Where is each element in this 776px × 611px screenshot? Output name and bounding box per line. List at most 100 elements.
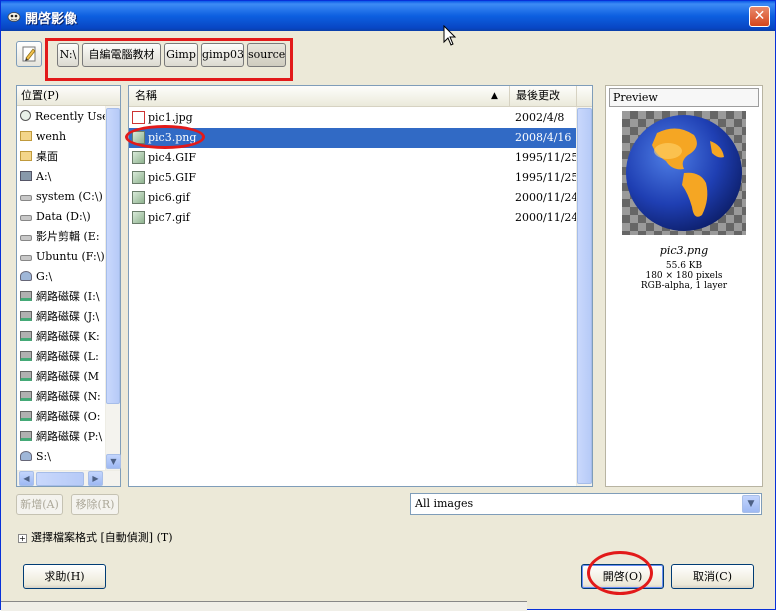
files-scroll-thumb[interactable] <box>577 108 592 484</box>
clock-icon <box>20 110 31 121</box>
preview-file-name: pic3.png <box>659 244 709 257</box>
places-scroll-right-button[interactable]: ▶ <box>88 471 103 486</box>
filter-value: All images <box>415 497 474 510</box>
places-item-label: Recently Used <box>35 110 106 123</box>
places-item-label: 網路磁碟 (I:\ <box>36 290 100 303</box>
crumb-folder-materials[interactable]: 自編電腦教材 <box>82 43 161 67</box>
file-row[interactable]: pic7.gif 2000/11/24 <box>129 208 579 228</box>
places-item[interactable]: 網路磁碟 (J:\ <box>20 307 106 327</box>
file-row[interactable]: pic1.jpg 2002/4/8 <box>129 108 576 128</box>
places-item[interactable]: G:\ <box>20 267 106 287</box>
image-file-icon <box>132 151 145 164</box>
remove-bookmark-button[interactable]: 移除(R) <box>71 494 119 515</box>
places-item[interactable]: 網路磁碟 (N: <box>20 387 106 407</box>
places-vertical-scrollbar[interactable]: ▼ <box>105 106 121 470</box>
places-item[interactable]: 網路磁碟 (I:\ <box>20 287 106 307</box>
places-item[interactable]: Recently Used <box>20 107 106 127</box>
open-image-dialog: 開啓影像 ✕ N:\ 自編電腦教材 Gimp gimp03 source 位置(… <box>0 0 776 611</box>
globe-thumbnail-icon <box>626 115 742 231</box>
places-item[interactable]: 桌面 <box>20 147 106 167</box>
preview-panel: Preview pic3.png 55.6 KB 180 × 180 pixel <box>605 85 763 487</box>
places-item-label: G:\ <box>36 270 53 283</box>
places-item-label: 網路磁碟 (K: <box>36 330 100 343</box>
image-file-icon <box>132 211 145 224</box>
network-drive-icon <box>20 351 32 361</box>
places-header[interactable]: 位置(P) <box>17 86 120 106</box>
file-modified-date: 2000/11/24 <box>515 211 579 224</box>
places-item-label: 影片剪輯 (E: <box>36 230 100 243</box>
file-name: pic4.GIF <box>148 151 196 164</box>
selected-file-annotation <box>125 125 205 149</box>
crumb-folder-gimp[interactable]: Gimp <box>164 43 198 67</box>
file-row[interactable]: pic6.gif 2000/11/24 <box>129 188 578 208</box>
cancel-button[interactable]: 取消(C) <box>671 564 754 589</box>
drive-icon <box>20 195 32 201</box>
image-file-icon <box>132 171 145 184</box>
places-item[interactable]: wenh <box>20 127 106 147</box>
places-item[interactable]: 影片剪輯 (E: <box>20 227 106 247</box>
places-scroll-left-button[interactable]: ◀ <box>19 471 34 486</box>
places-scroll-down-button[interactable]: ▼ <box>106 454 121 469</box>
places-item-label: S:\ <box>36 450 51 463</box>
places-item-label: wenh <box>36 130 67 143</box>
places-item-label: 網路磁碟 (L: <box>36 350 99 363</box>
file-type-expander[interactable]: + 選擇檔案格式 [自動偵測] (T) <box>18 531 173 545</box>
file-filter-select[interactable]: All images ▼ <box>410 493 762 515</box>
close-button[interactable]: ✕ <box>749 6 770 27</box>
preview-dimensions: 180 × 180 pixels <box>645 271 723 281</box>
image-file-icon <box>132 191 145 204</box>
places-item[interactable]: S:\ <box>20 447 106 467</box>
places-item-label: system (C:\) <box>36 190 103 203</box>
places-item[interactable]: 網路磁碟 (K: <box>20 327 106 347</box>
places-item[interactable]: 網路磁碟 (L: <box>20 347 106 367</box>
floppy-icon <box>20 171 32 181</box>
help-button[interactable]: 求助(H) <box>23 564 106 589</box>
title-bar[interactable]: 開啓影像 ✕ <box>1 1 775 31</box>
type-location-button[interactable] <box>16 41 42 67</box>
places-item-label: 桌面 <box>36 150 58 163</box>
places-item[interactable]: 網路磁碟 (M <box>20 367 106 387</box>
network-drive-icon <box>20 371 32 381</box>
crumb-drive[interactable]: N:\ <box>57 43 79 67</box>
places-item[interactable]: system (C:\) <box>20 187 106 207</box>
add-bookmark-button[interactable]: 新增(A) <box>16 494 63 515</box>
network-drive-icon <box>20 311 32 321</box>
places-panel: 位置(P) Recently Used wenh 桌面 A:\ system (C:\)… <box>16 85 121 487</box>
places-item-label: 網路磁碟 (O: <box>36 410 101 423</box>
network-drive-icon <box>20 411 32 421</box>
places-scroll-thumb[interactable] <box>106 108 120 404</box>
user-drive-icon <box>20 271 32 281</box>
places-item[interactable]: 網路磁碟 (P:\ <box>20 427 106 447</box>
places-item-label: 網路磁碟 (J:\ <box>36 310 100 323</box>
modified-column-header[interactable]: 最後更改 <box>509 86 576 107</box>
files-vertical-scrollbar[interactable] <box>576 107 592 486</box>
places-item-label: Data (D:\) <box>36 210 91 223</box>
preview-title: Preview <box>609 88 759 107</box>
places-hscroll-thumb[interactable] <box>36 472 84 486</box>
pencil-icon <box>22 46 36 62</box>
file-row[interactable]: pic4.GIF 1995/11/25 <box>129 148 579 168</box>
file-row[interactable]: pic5.GIF 1995/11/25 <box>129 168 578 188</box>
file-name: pic7.gif <box>148 211 190 224</box>
crumb-folder-source[interactable]: source <box>247 43 286 67</box>
crumb-folder-gimp03[interactable]: gimp03 <box>201 43 244 67</box>
name-column-header[interactable]: 名稱 ▲ <box>129 86 509 107</box>
file-list-panel: 名稱 ▲ 最後更改 pic1.jpg 2002/4/8 pic3.png 2008/4… <box>128 85 593 487</box>
preview-image <box>622 111 746 235</box>
preview-file-size: 55.6 KB <box>665 261 703 271</box>
places-item[interactable]: A:\ <box>20 167 106 187</box>
modified-column-label: 最後更改 <box>516 89 560 102</box>
drive-icon <box>20 255 32 261</box>
preview-color-mode: RGB-alpha, 1 layer <box>640 281 728 291</box>
places-item[interactable]: Data (D:\) <box>20 207 106 227</box>
places-item[interactable]: Ubuntu (F:\) <box>20 247 106 267</box>
dialog-title: 開啓影像 <box>25 12 78 27</box>
header-spacer <box>576 86 592 107</box>
chevron-down-icon[interactable]: ▼ <box>742 495 760 513</box>
places-horizontal-scrollbar[interactable]: ◀ ▶ <box>17 470 120 486</box>
file-name: pic6.gif <box>148 191 190 204</box>
close-icon: ✕ <box>753 8 766 24</box>
file-modified-date: 2008/4/16 <box>515 131 572 144</box>
places-item[interactable]: 網路磁碟 (O: <box>20 407 106 427</box>
file-modified-date: 1995/11/25 <box>515 151 579 164</box>
